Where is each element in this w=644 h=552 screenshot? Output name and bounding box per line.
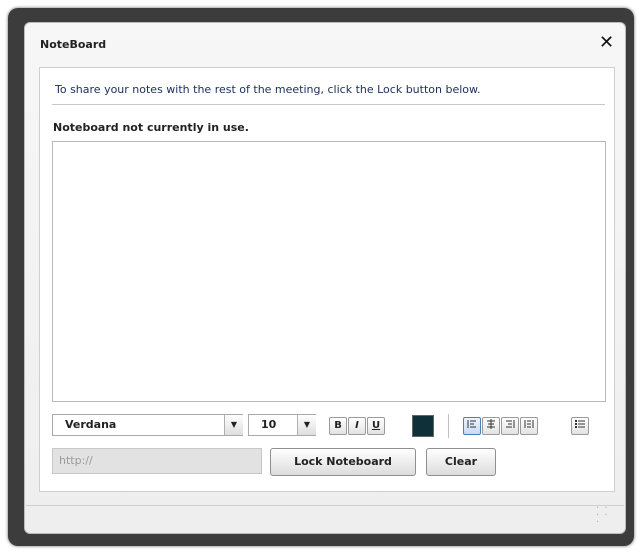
align-center-icon[interactable] [482,417,500,435]
resize-grip-icon[interactable]: · · · · · [596,504,614,528]
status-text: Noteboard not currently in use. [53,121,249,134]
text-color-swatch[interactable] [412,415,434,437]
align-justify-icon[interactable] [520,417,538,435]
lock-noteboard-button[interactable]: Lock Noteboard [270,448,416,476]
footer-divider [26,505,624,506]
instructions-text: To share your notes with the rest of the… [55,83,481,96]
notes-textarea[interactable] [52,141,606,402]
divider [52,104,605,105]
bullet-list-icon[interactable] [571,417,589,435]
align-left-icon[interactable] [463,417,481,435]
font-size-value: 10 [261,418,277,431]
bold-button[interactable]: B [329,417,347,435]
dialog-title: NoteBoard [40,38,107,51]
toolbar-divider [448,414,449,438]
chevron-down-icon[interactable]: ▼ [224,415,243,435]
align-right-icon[interactable] [501,417,519,435]
clear-button[interactable]: Clear [426,448,496,476]
font-family-select[interactable]: Verdana ▼ [52,414,243,436]
underline-button[interactable]: U [367,417,385,435]
chevron-down-icon[interactable]: ▼ [297,415,316,435]
font-size-select[interactable]: 10 ▼ [248,414,316,436]
url-input[interactable]: http:// [52,448,262,474]
close-icon[interactable]: ✕ [599,33,614,53]
font-family-value: Verdana [65,418,117,431]
italic-button[interactable]: I [348,417,366,435]
